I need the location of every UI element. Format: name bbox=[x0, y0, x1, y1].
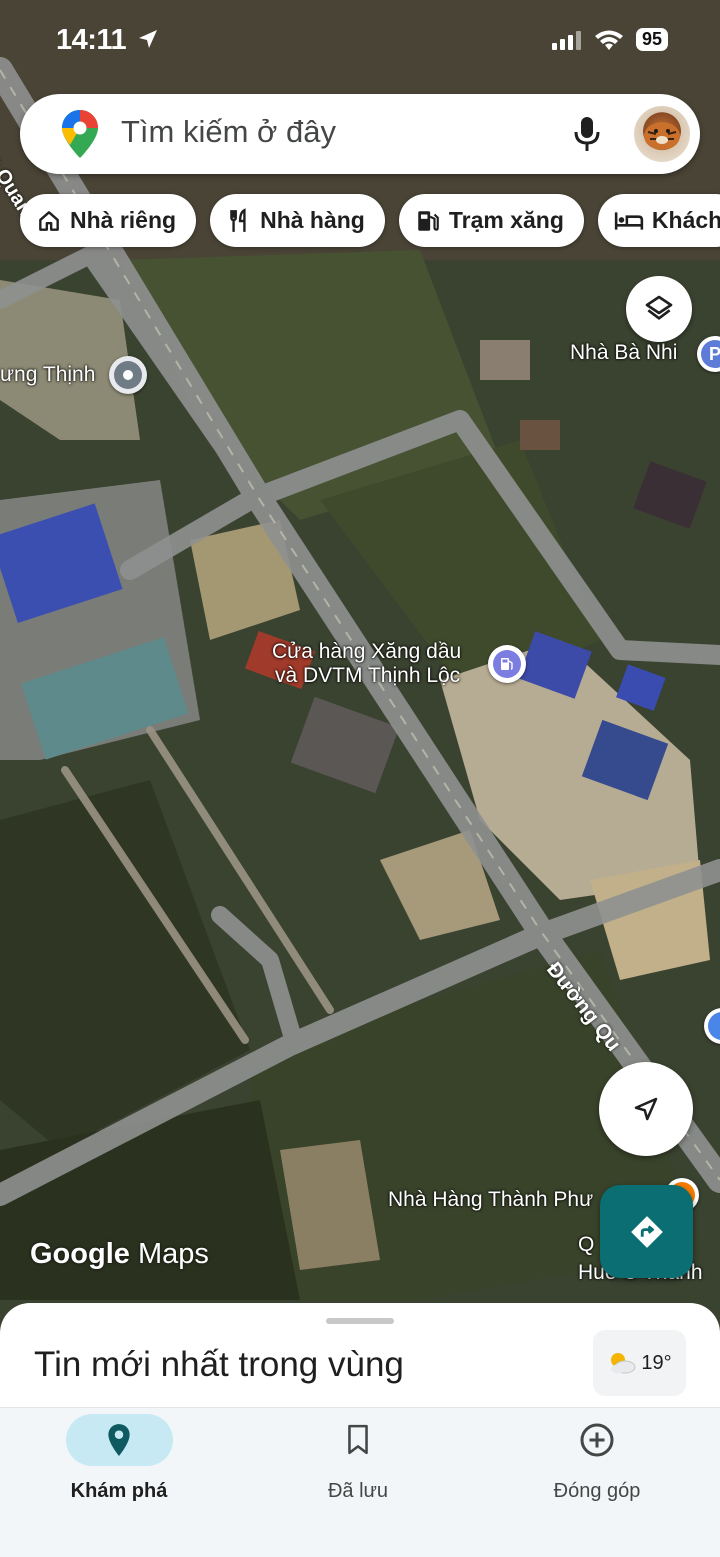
food-label-line1: Q bbox=[578, 1233, 595, 1256]
gas-station-icon bbox=[501, 658, 513, 670]
nav-explore-label: Khám phá bbox=[70, 1480, 168, 1502]
status-time: 14:11 bbox=[56, 24, 160, 57]
wifi-icon bbox=[594, 30, 623, 50]
chip-gas-station[interactable]: Trạm xăng bbox=[398, 194, 584, 247]
layers-icon bbox=[645, 295, 673, 320]
gas-station-pin[interactable] bbox=[488, 645, 526, 683]
nav-saved-label: Đã lưu bbox=[327, 1480, 389, 1502]
restaurant-label: Nhà Hàng Thành Phư bbox=[388, 1188, 594, 1211]
battery-indicator: 95 bbox=[635, 28, 668, 51]
place-label-thinh: ưng Thịnh bbox=[0, 363, 96, 386]
partly-cloudy-icon bbox=[611, 1353, 636, 1374]
maps-wordmark: Maps bbox=[137, 1238, 209, 1270]
add-circle-icon bbox=[580, 1423, 614, 1457]
voice-search-button[interactable] bbox=[564, 111, 610, 157]
chip-home-label: Nhà riêng bbox=[70, 207, 177, 233]
nav-explore-pill bbox=[65, 1414, 173, 1466]
nav-saved[interactable]: Đã lưu bbox=[258, 1408, 458, 1503]
chip-gas-station-label: Trạm xăng bbox=[448, 207, 564, 233]
place-label-ba-nhi: Nhà Bà Nhi bbox=[570, 341, 678, 364]
weather-chip[interactable]: 19° bbox=[593, 1330, 686, 1396]
chip-hotel-label: Khách bbox=[651, 207, 720, 233]
gas-station-icon bbox=[418, 210, 439, 231]
microphone-icon bbox=[574, 117, 600, 151]
nav-contribute[interactable]: Đóng góp bbox=[497, 1408, 697, 1503]
bottom-sheet[interactable]: Tin mới nhất trong vùng 19° bbox=[0, 1303, 720, 1413]
directions-icon bbox=[630, 1215, 663, 1248]
nav-saved-pill bbox=[305, 1414, 412, 1466]
chip-hotel[interactable]: Khách bbox=[597, 194, 720, 247]
gas-station-label-line2: và DVTM Thịnh Lộc bbox=[275, 664, 461, 688]
signal-icon bbox=[551, 30, 581, 50]
gas-station-label-line1: Cửa hàng Xăng dầu bbox=[272, 640, 462, 663]
location-arrow-icon bbox=[138, 30, 157, 48]
map-layers-button[interactable] bbox=[626, 276, 692, 342]
status-time-text: 14:11 bbox=[56, 24, 127, 56]
search-input[interactable]: Tìm kiếm ở đây bbox=[121, 114, 336, 150]
google-maps-attribution: Google Maps bbox=[30, 1238, 209, 1271]
search-bar[interactable]: Tìm kiếm ở đây bbox=[20, 94, 700, 174]
hotel-icon bbox=[614, 211, 644, 230]
bookmark-icon bbox=[348, 1424, 368, 1455]
place-pin-thinh[interactable] bbox=[109, 356, 147, 394]
chip-restaurant[interactable]: Nhà hàng bbox=[210, 194, 385, 247]
tiger-avatar-icon bbox=[644, 122, 680, 150]
navigation-arrow-icon bbox=[634, 1097, 658, 1121]
status-bar: 14:11 95 bbox=[0, 0, 720, 84]
sheet-drag-handle[interactable] bbox=[326, 1318, 394, 1324]
status-icons: 95 bbox=[551, 28, 668, 51]
directions-button[interactable] bbox=[600, 1185, 693, 1278]
profile-avatar[interactable] bbox=[634, 106, 690, 162]
bottom-navigation: Khám phá Đã lưu Đóng góp bbox=[0, 1407, 720, 1557]
chip-restaurant-label: Nhà hàng bbox=[260, 207, 365, 233]
home-icon bbox=[39, 210, 59, 231]
nav-contribute-label: Đóng góp bbox=[553, 1480, 641, 1502]
category-chips: Nhà riêng Nhà hàng Trạm xăng Khách bbox=[20, 194, 720, 247]
nav-contribute-pill bbox=[544, 1414, 651, 1466]
nav-explore[interactable]: Khám phá bbox=[19, 1408, 219, 1503]
chip-home[interactable]: Nhà riêng bbox=[20, 194, 197, 247]
google-maps-pin-icon bbox=[62, 110, 98, 158]
gas-station-label: Cửa hàng Xăng dầu và DVTM Thịnh Lộc bbox=[272, 640, 461, 688]
my-location-button[interactable] bbox=[599, 1062, 693, 1156]
google-wordmark: Google bbox=[30, 1238, 130, 1270]
dot-icon bbox=[123, 370, 133, 380]
sheet-title: Tin mới nhất trong vùng bbox=[34, 1345, 404, 1384]
weather-temperature: 19° bbox=[641, 1351, 672, 1374]
restaurant-icon bbox=[230, 207, 246, 232]
location-pin-icon bbox=[108, 1424, 130, 1456]
